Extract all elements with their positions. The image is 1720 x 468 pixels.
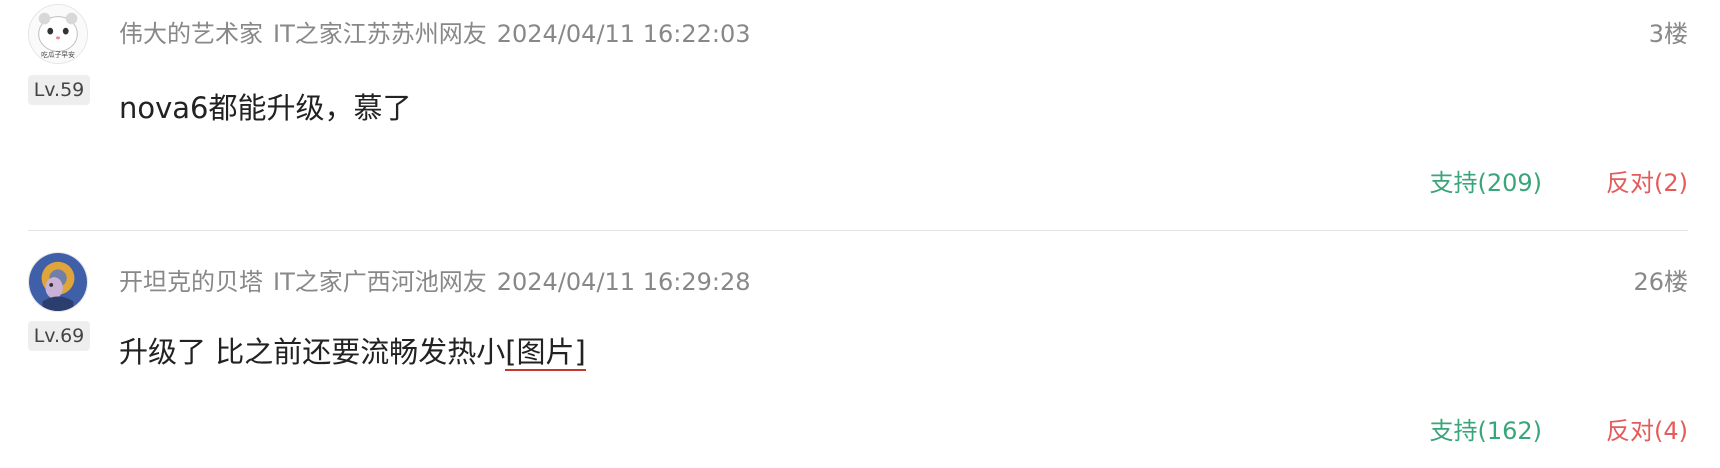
level-badge: Lv.69 bbox=[28, 321, 90, 351]
comment-text: 升级了 比之前还要流畅发热小 bbox=[119, 335, 506, 369]
vote-bar: 支持(162) 反对(4) bbox=[1429, 411, 1688, 446]
comment-meta: 伟大的艺术家 IT之家江苏苏州网友 2024/04/11 16:22:03 bbox=[119, 14, 761, 49]
comment-divider bbox=[28, 230, 1688, 231]
cartoon-character-avatar-icon bbox=[29, 253, 87, 311]
avatar-caption: 吃瓜子早安 bbox=[41, 50, 75, 59]
avatar[interactable]: 吃瓜子早安 bbox=[28, 4, 88, 64]
comment-datetime: 2024/04/11 16:22:03 bbox=[496, 20, 751, 48]
comment-datetime: 2024/04/11 16:29:28 bbox=[496, 268, 751, 296]
support-button[interactable]: 支持(162) bbox=[1429, 417, 1542, 445]
comment-content: nova6都能升级，慕了 bbox=[119, 85, 412, 127]
floor-number: 3楼 bbox=[1648, 20, 1688, 48]
user-location: IT之家江苏苏州网友 bbox=[273, 20, 487, 48]
username[interactable]: 伟大的艺术家 bbox=[119, 20, 263, 48]
oppose-button[interactable]: 反对(4) bbox=[1606, 417, 1688, 445]
username[interactable]: 开坦克的贝塔 bbox=[119, 268, 263, 296]
comment-item: 吃瓜子早安 Lv.59 伟大的艺术家 IT之家江苏苏州网友 2024/04/11 1… bbox=[28, 0, 1688, 230]
comment-item: Lv.69 开坦克的贝塔 IT之家广西河池网友 2024/04/11 16:29:2… bbox=[28, 248, 1688, 468]
user-location: IT之家广西河池网友 bbox=[273, 268, 487, 296]
image-link[interactable]: [图片] bbox=[505, 335, 586, 371]
oppose-button[interactable]: 反对(2) bbox=[1606, 169, 1688, 197]
level-badge: Lv.59 bbox=[28, 75, 90, 105]
hamster-avatar-icon: 吃瓜子早安 bbox=[29, 5, 87, 63]
support-button[interactable]: 支持(209) bbox=[1429, 169, 1542, 197]
comment-text: nova6都能升级，慕了 bbox=[119, 91, 412, 125]
floor-number: 26楼 bbox=[1633, 268, 1688, 296]
comment-list: 吃瓜子早安 Lv.59 伟大的艺术家 IT之家江苏苏州网友 2024/04/11 1… bbox=[0, 0, 1720, 468]
comment-content: 升级了 比之前还要流畅发热小[图片] bbox=[119, 329, 586, 371]
avatar[interactable] bbox=[28, 252, 88, 312]
comment-meta: 开坦克的贝塔 IT之家广西河池网友 2024/04/11 16:29:28 bbox=[119, 262, 761, 297]
vote-bar: 支持(209) 反对(2) bbox=[1429, 163, 1688, 198]
